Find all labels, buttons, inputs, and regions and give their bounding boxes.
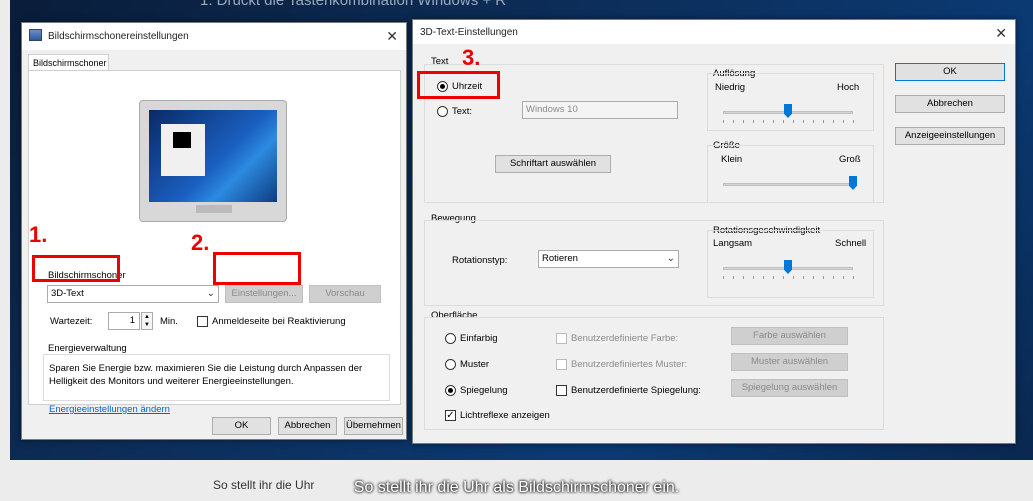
chevron-down-icon: ⌄ bbox=[666, 253, 675, 264]
display-settings-button[interactable]: Anzeigeeinstellungen bbox=[895, 127, 1005, 145]
custom-mirror-label: Benutzerdefinierte Spiegelung: bbox=[571, 385, 701, 396]
radio-solid[interactable] bbox=[445, 333, 456, 344]
titlebar: Bildschirmschonereinstellungen ✕ bbox=[22, 23, 406, 50]
background-heading: 1. Drückt die Tastenkombination Windows … bbox=[200, 0, 507, 9]
radio-pattern-label: Muster bbox=[460, 359, 490, 370]
custom-mirror-checkbox[interactable] bbox=[556, 385, 567, 396]
radio-mirror[interactable] bbox=[445, 385, 456, 396]
wait-stepper[interactable]: ▲ ▼ bbox=[141, 312, 153, 330]
resolution-low: Niedrig bbox=[715, 82, 746, 93]
cancel-button[interactable]: Abbrechen bbox=[278, 417, 337, 435]
resolution-ticks bbox=[723, 120, 854, 123]
monitor-preview bbox=[139, 100, 287, 222]
cancel-button[interactable]: Abbrechen bbox=[895, 95, 1005, 113]
wait-value: 1 bbox=[129, 315, 135, 326]
custom-pattern-checkbox[interactable] bbox=[556, 359, 567, 370]
titlebar: 3D-Text-Einstellungen ✕ bbox=[413, 20, 1015, 44]
speed-ticks bbox=[723, 276, 854, 279]
radio-mirror-label: Spiegelung bbox=[460, 385, 508, 396]
custom-color-checkbox[interactable] bbox=[556, 333, 567, 344]
preview-button[interactable]: Vorschau bbox=[309, 285, 381, 303]
radio-text[interactable] bbox=[437, 106, 448, 117]
custom-color-label: Benutzerdefinierte Farbe: bbox=[571, 333, 679, 344]
speed-fast: Schnell bbox=[835, 238, 867, 249]
3d-text-settings-window: 3D-Text-Einstellungen ✕ Text Uhrzeit Tex… bbox=[412, 19, 1016, 444]
screensaver-settings-window: Bildschirmschonereinstellungen ✕ Bildsch… bbox=[21, 22, 407, 440]
choose-mirror-button[interactable]: Spiegelung auswählen bbox=[731, 379, 848, 397]
logon-checkbox[interactable] bbox=[197, 316, 208, 327]
radio-text-label: Text: bbox=[452, 106, 473, 117]
annotation-box-time-radio bbox=[417, 71, 500, 99]
close-icon[interactable]: ✕ bbox=[995, 25, 1007, 42]
rotation-label: Rotationstyp: bbox=[452, 255, 508, 266]
tab-label: Bildschirmschoner bbox=[33, 58, 107, 68]
preview-dialog bbox=[161, 124, 205, 176]
energy-text: Sparen Sie Energie bzw. maximieren Sie d… bbox=[49, 363, 363, 387]
logon-label: Anmeldeseite bei Reaktivierung bbox=[212, 316, 346, 327]
highlights-label: Lichtreflexe anzeigen bbox=[460, 410, 550, 421]
settings-button[interactable]: Einstellungen... bbox=[225, 285, 303, 303]
preview-black-square bbox=[173, 132, 191, 148]
energy-settings-link[interactable]: Energieeinstellungen ändern bbox=[49, 404, 170, 415]
font-button[interactable]: Schriftart auswählen bbox=[495, 155, 611, 173]
display-icon bbox=[29, 29, 42, 41]
ok-button[interactable]: OK bbox=[895, 63, 1005, 81]
rotation-select[interactable]: Rotieren ⌄ bbox=[538, 250, 679, 268]
radio-solid-label: Einfarbig bbox=[460, 333, 498, 344]
tab-bildschirmschoner[interactable]: Bildschirmschoner bbox=[28, 54, 109, 71]
tab-panel: Bildschirmschoner 3D-Text ⌄ Einstellunge… bbox=[28, 70, 401, 415]
apply-button[interactable]: Übernehmen bbox=[344, 417, 403, 435]
annotation-step-3: 3. bbox=[462, 45, 481, 70]
custom-text-value: Windows 10 bbox=[526, 104, 578, 115]
monitor-screen bbox=[149, 110, 277, 202]
energy-title: Energieverwaltung bbox=[48, 343, 127, 354]
wait-unit: Min. bbox=[160, 316, 178, 327]
annotation-box-settings-button bbox=[213, 252, 301, 285]
annotation-box-screensaver-select bbox=[32, 255, 120, 282]
monitor-stand bbox=[196, 205, 232, 213]
screensaver-select-value: 3D-Text bbox=[51, 288, 84, 299]
chevron-down-icon: ⌄ bbox=[206, 288, 215, 299]
custom-pattern-label: Benutzerdefiniertes Muster: bbox=[571, 359, 688, 370]
custom-text-input[interactable]: Windows 10 bbox=[522, 101, 678, 119]
choose-color-button[interactable]: Farbe auswählen bbox=[731, 327, 848, 345]
choose-pattern-button[interactable]: Muster auswählen bbox=[731, 353, 848, 371]
video-caption: So stellt ihr die Uhr als Bildschirmscho… bbox=[353, 479, 680, 496]
size-large: Groß bbox=[839, 154, 861, 165]
radio-pattern[interactable] bbox=[445, 359, 456, 370]
wait-label: Wartezeit: bbox=[50, 316, 93, 327]
ok-button[interactable]: OK bbox=[212, 417, 271, 435]
rotation-select-value: Rotieren bbox=[542, 253, 578, 264]
resolution-high: Hoch bbox=[837, 82, 860, 93]
energy-box: Sparen Sie Energie bzw. maximieren Sie d… bbox=[43, 354, 390, 401]
size-slider[interactable] bbox=[723, 183, 853, 186]
speed-slow: Langsam bbox=[713, 238, 753, 249]
wait-input[interactable]: 1 bbox=[108, 312, 140, 330]
screensaver-select[interactable]: 3D-Text ⌄ bbox=[47, 285, 219, 303]
annotation-step-1: 1. bbox=[29, 222, 48, 247]
size-small: Klein bbox=[721, 154, 743, 165]
window-title: 3D-Text-Einstellungen bbox=[420, 27, 518, 38]
highlights-checkbox[interactable]: ✓ bbox=[445, 410, 456, 421]
window-title: Bildschirmschonereinstellungen bbox=[48, 31, 189, 42]
close-icon[interactable]: ✕ bbox=[386, 28, 398, 45]
annotation-step-2: 2. bbox=[191, 230, 210, 255]
